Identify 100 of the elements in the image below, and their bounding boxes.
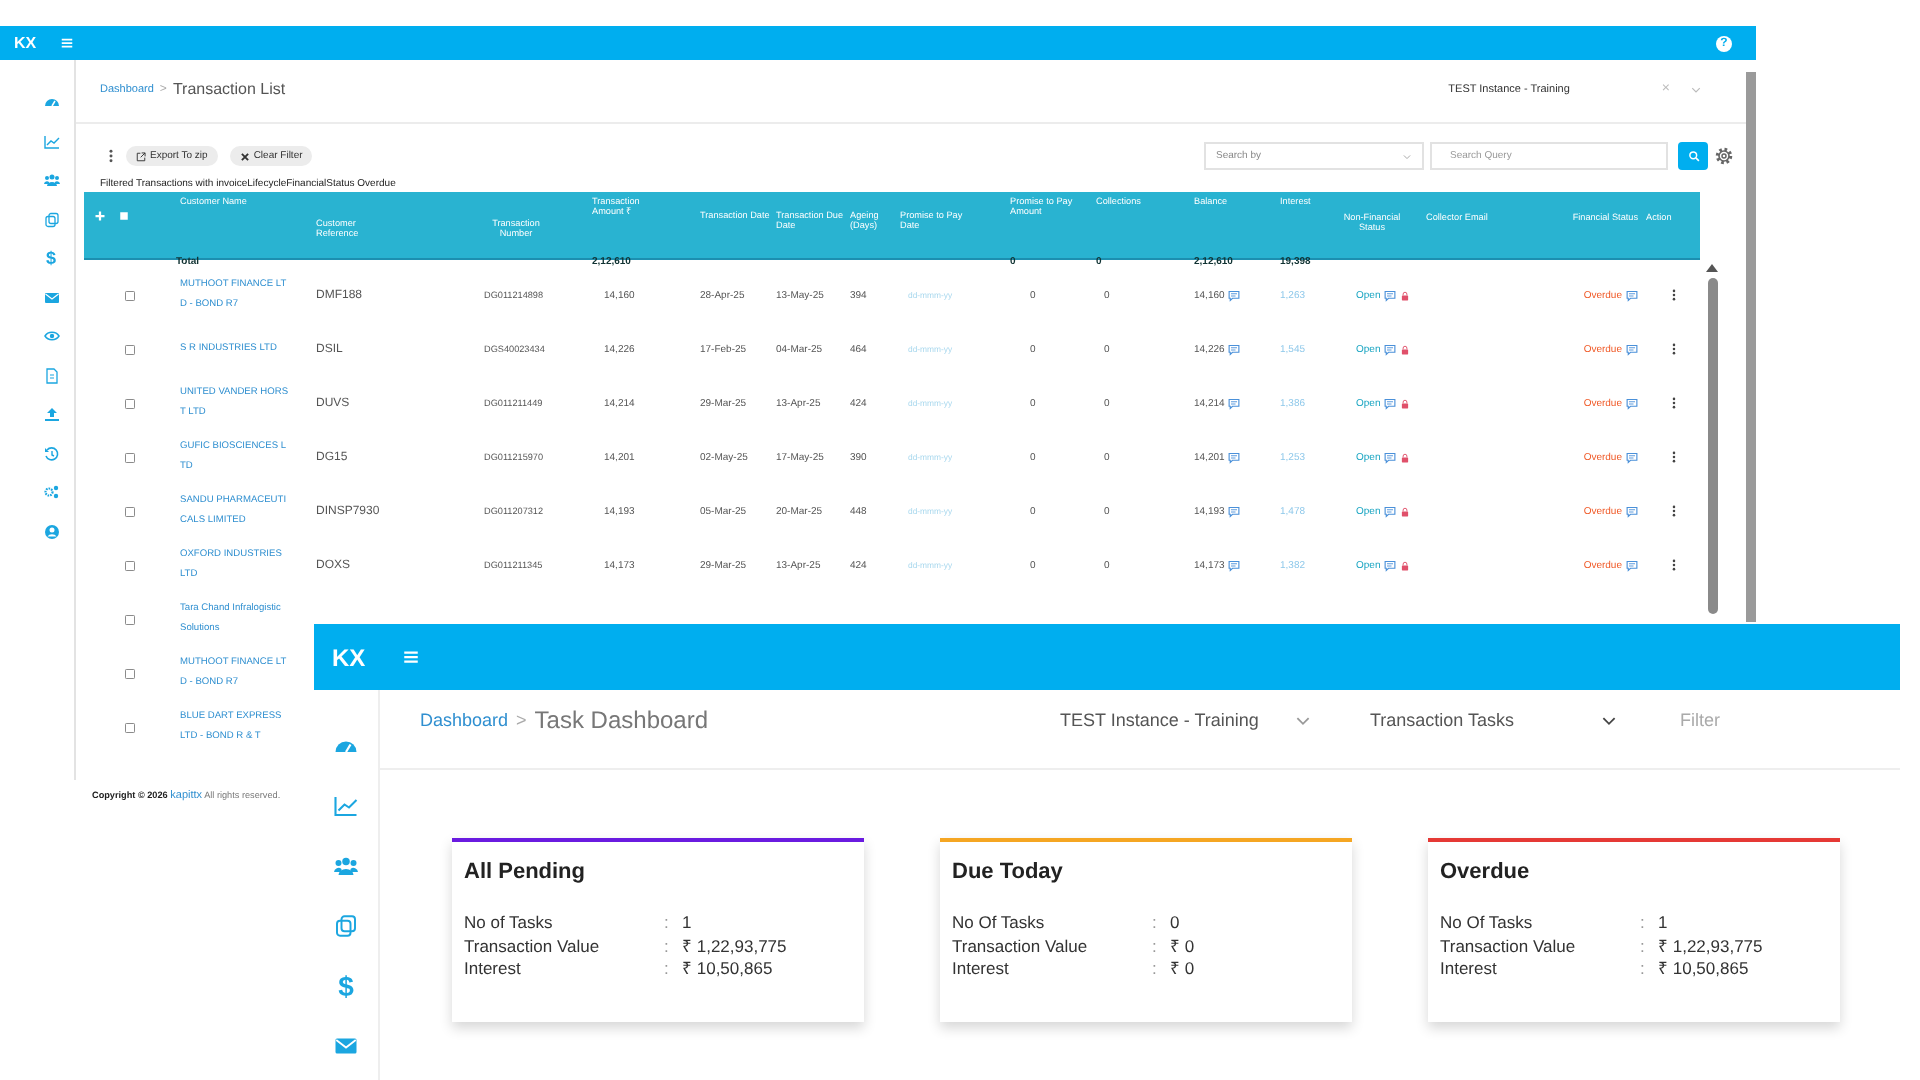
comment-icon[interactable] [1384,397,1397,409]
stat-label: Interest [952,958,1011,981]
row-checkbox[interactable] [124,451,136,463]
comment-icon[interactable] [1384,451,1397,463]
stat-label: Transaction Value [952,935,1090,958]
chevron-down-icon[interactable] [1690,83,1702,95]
stat-label: No Of Tasks [952,912,1047,935]
row-checkbox[interactable] [124,559,136,571]
menu-icon[interactable] [60,36,75,50]
kebab-icon[interactable] [1667,448,1679,466]
stat-label: Transaction Value [1440,935,1578,958]
stat-label: Transaction Value [464,935,602,958]
card-title: Due Today [950,858,1065,884]
stat-separator: : [1152,935,1159,958]
comment-icon[interactable] [1384,289,1397,301]
stat-value: 0 [1170,912,1180,935]
upload-icon[interactable] [43,406,59,422]
document-icon[interactable] [43,367,59,383]
lock-icon[interactable] [1400,397,1411,409]
users-icon[interactable] [43,172,59,188]
stat-separator: : [1640,958,1647,981]
comment-icon[interactable] [1228,505,1241,517]
row-checkbox[interactable] [124,613,136,625]
comment-icon[interactable] [1228,559,1241,571]
breadcrumb-separator: > [516,710,527,730]
page-title: Transaction List [172,80,286,98]
comment-icon[interactable] [1626,289,1638,301]
comment-icon[interactable] [1384,559,1397,571]
comment-icon[interactable] [1626,505,1638,517]
dropdown[interactable]: Transaction Tasks [1370,710,1618,730]
stat-separator: : [1152,958,1159,981]
copy-icon[interactable] [43,211,59,227]
lock-icon[interactable] [1400,289,1411,301]
stat-value: ₹ 1,22,93,775 [1658,935,1763,958]
comment-icon[interactable] [1228,289,1241,301]
users-icon[interactable] [334,854,358,878]
settings-icon[interactable] [1714,146,1734,166]
kebab-icon[interactable] [104,148,118,164]
comment-icon[interactable] [1626,343,1638,355]
comment-icon[interactable] [1384,505,1397,517]
stat-label: Interest [464,958,523,981]
dropdown[interactable]: TEST Instance - Training [1060,710,1312,730]
search-button[interactable] [1678,142,1708,170]
card-title: All Pending [462,858,587,884]
comment-icon[interactable] [1228,451,1241,463]
search-icon [1687,150,1699,162]
kebab-icon[interactable] [1667,502,1679,520]
page-title: Task Dashboard [534,706,709,734]
row-checkbox[interactable] [124,397,136,409]
kebab-icon[interactable] [1667,286,1679,304]
menu-icon[interactable] [401,648,420,666]
eye-icon[interactable] [43,328,59,344]
lock-icon[interactable] [1400,451,1411,463]
row-checkbox[interactable] [124,505,136,517]
line-chart-icon[interactable] [334,794,358,818]
copy-icon[interactable] [334,914,358,938]
app-logo: KX [332,643,366,671]
lock-icon[interactable] [1400,505,1411,517]
stat-value: ₹ 10,50,865 [682,958,773,981]
add-icon[interactable] [94,209,106,221]
row-checkbox[interactable] [124,289,136,301]
gears-icon[interactable] [43,484,59,500]
comment-icon[interactable] [1228,397,1241,409]
stat-value: 1 [1658,912,1668,935]
gauge-icon[interactable] [43,94,59,110]
scrollbar[interactable] [1746,72,1756,622]
kebab-icon[interactable] [1667,394,1679,412]
user-circle-icon[interactable] [43,523,59,539]
comment-icon[interactable] [1626,451,1638,463]
envelope-icon[interactable] [43,289,59,305]
comment-icon[interactable] [1626,559,1638,571]
stat-label: No Of Tasks [1440,912,1535,935]
envelope-icon[interactable] [334,1034,358,1058]
row-checkbox[interactable] [124,721,136,733]
lock-icon[interactable] [1400,559,1411,571]
close-icon [239,151,250,161]
stat-value: ₹ 1,22,93,775 [682,935,787,958]
select-all-checkbox[interactable] [118,209,130,221]
chevron-down-icon [1402,151,1412,161]
dollar-icon[interactable]: $ [45,250,56,266]
comment-icon[interactable] [1384,343,1397,355]
lock-icon[interactable] [1400,343,1411,355]
stat-label: Interest [1440,958,1499,981]
line-chart-icon[interactable] [43,133,59,149]
scroll-up-arrow[interactable] [1706,264,1718,272]
comment-icon[interactable] [1626,397,1638,409]
comment-icon[interactable] [1228,343,1241,355]
stat-separator: : [664,912,671,935]
stat-value: ₹ 0 [1170,935,1195,958]
row-checkbox[interactable] [124,343,136,355]
kebab-icon[interactable] [1667,556,1679,574]
history-icon[interactable] [43,445,59,461]
kebab-icon[interactable] [1667,340,1679,358]
app-logo: KX [14,34,37,52]
scrollbar-thumb[interactable] [1707,278,1717,614]
stat-separator: : [1152,912,1159,935]
stat-separator: : [664,958,671,981]
row-checkbox[interactable] [124,667,136,679]
breadcrumb-link[interactable]: Dashboard [420,710,509,730]
dollar-icon[interactable]: $ [338,974,354,998]
